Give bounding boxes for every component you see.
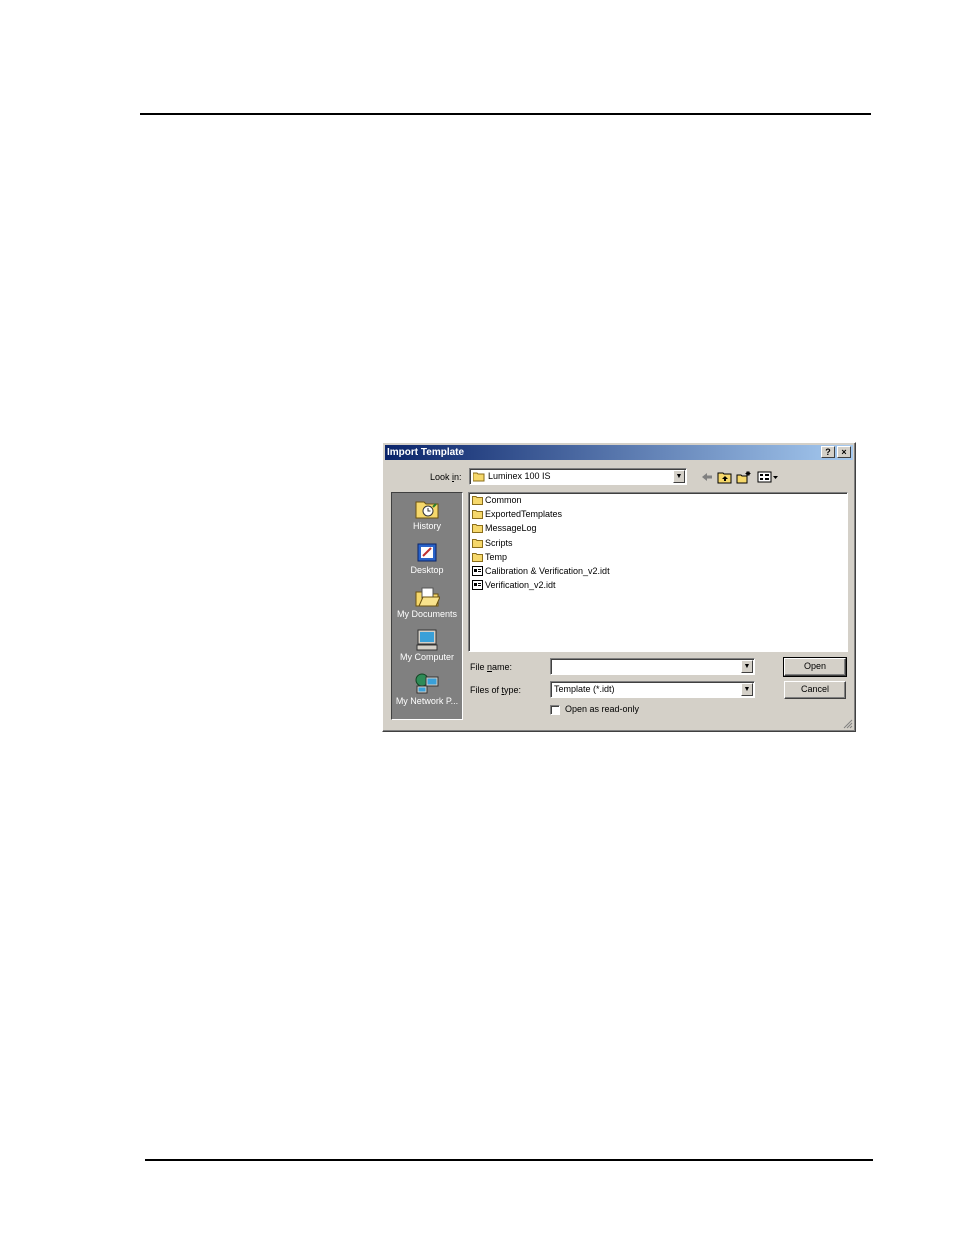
back-arrow-icon[interactable] — [699, 470, 715, 484]
file-name: Temp — [485, 552, 508, 562]
look-in-dropdown[interactable]: Luminex 100 IS ▼ — [469, 468, 687, 485]
file-name: Verification_v2.idt — [485, 580, 556, 590]
folder-icon — [472, 509, 483, 519]
list-item[interactable]: Common — [472, 494, 522, 507]
place-label: My Computer — [399, 652, 454, 662]
my-computer-icon — [416, 629, 438, 651]
files-of-type-label: Files of type: — [470, 685, 522, 695]
place-label: History — [412, 521, 441, 531]
file-name: MessageLog — [485, 523, 537, 533]
create-new-folder-icon[interactable] — [736, 470, 752, 484]
chevron-down-icon[interactable]: ▼ — [741, 683, 753, 696]
list-item[interactable]: Temp — [472, 551, 507, 564]
views-menu-icon[interactable] — [757, 470, 779, 484]
header-rule — [140, 113, 871, 115]
place-label: Desktop — [410, 565, 444, 575]
place-my-network-places[interactable]: My Network P... — [392, 673, 462, 706]
folder-icon — [472, 495, 483, 505]
chevron-down-icon[interactable]: ▼ — [673, 470, 685, 483]
file-list[interactable]: Common ExportedTemplates MessageLog Scri… — [468, 492, 848, 652]
list-item[interactable]: Calibration & Verification_v2.idt — [472, 565, 610, 578]
folder-icon — [472, 523, 483, 533]
place-history[interactable]: History — [392, 498, 462, 531]
footer-rule — [145, 1159, 873, 1161]
dialog-title: Import Template — [387, 447, 465, 458]
my-network-places-icon — [415, 673, 439, 694]
file-name-field[interactable]: ▼ — [550, 658, 755, 675]
close-button[interactable]: × — [837, 446, 851, 458]
my-documents-icon — [415, 587, 440, 607]
file-name: Common — [485, 495, 522, 505]
history-icon — [415, 501, 439, 519]
file-name-label: File name: — [470, 662, 513, 672]
open-button[interactable]: Open — [783, 657, 847, 677]
chevron-down-icon[interactable]: ▼ — [741, 660, 753, 673]
cancel-button-label: Cancel — [800, 684, 829, 694]
template-file-icon — [472, 579, 483, 590]
list-item[interactable]: Verification_v2.idt — [472, 579, 556, 592]
cancel-button[interactable]: Cancel — [784, 681, 846, 699]
folder-icon — [473, 472, 485, 482]
place-label: My Network P... — [395, 696, 459, 706]
place-desktop[interactable]: Desktop — [392, 542, 462, 575]
import-template-dialog: Import Template ? × Look in: Luminex 100… — [382, 442, 856, 732]
list-item[interactable]: MessageLog — [472, 522, 537, 535]
look-in-value: Luminex 100 IS — [488, 471, 551, 481]
folder-icon — [472, 538, 483, 548]
places-bar: History Desktop My Documents My Computer… — [391, 492, 463, 720]
file-name: Scripts — [485, 538, 513, 548]
list-item[interactable]: ExportedTemplates — [472, 508, 562, 521]
list-item[interactable]: Scripts — [472, 537, 513, 550]
help-button[interactable]: ? — [821, 446, 835, 458]
desktop-icon — [417, 543, 437, 562]
place-my-computer[interactable]: My Computer — [392, 629, 462, 662]
file-name: ExportedTemplates — [485, 509, 563, 519]
look-in-label: Look in: — [430, 472, 462, 482]
up-one-level-icon[interactable] — [717, 470, 733, 484]
folder-icon — [472, 552, 483, 562]
files-of-type-value: Template (*.idt) — [554, 684, 615, 694]
open-button-label: Open — [803, 661, 827, 671]
template-file-icon — [472, 565, 483, 576]
read-only-label[interactable]: Open as read-only — [565, 704, 639, 715]
place-label: My Documents — [396, 609, 458, 619]
files-of-type-dropdown[interactable]: Template (*.idt) ▼ — [550, 681, 755, 698]
read-only-checkbox[interactable] — [550, 705, 560, 715]
file-name: Calibration & Verification_v2.idt — [485, 566, 610, 576]
resize-grip-icon[interactable] — [843, 719, 853, 729]
dialog-titlebar[interactable]: Import Template ? × — [385, 445, 853, 460]
place-my-documents[interactable]: My Documents — [392, 586, 462, 619]
